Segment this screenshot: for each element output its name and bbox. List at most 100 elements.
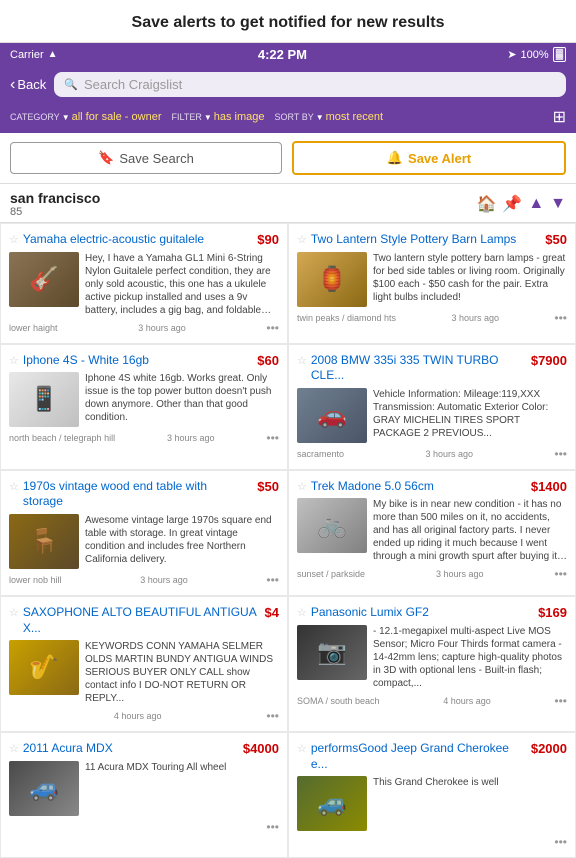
listing-more-icon[interactable]: •••	[266, 820, 279, 834]
filter-bar: CATEGORY ▼ all for sale - owner FILTER ▼…	[0, 103, 576, 133]
save-search-button[interactable]: 🔖 Save Search	[10, 142, 282, 174]
battery-icon: ▓	[553, 47, 566, 62]
listing-image: 🎷	[9, 640, 79, 695]
category-caret-icon: ▼	[62, 113, 70, 122]
listing-time: 3 hours ago	[167, 433, 215, 443]
back-arrow-icon: ‹	[10, 76, 15, 94]
listing-more-icon[interactable]: •••	[554, 447, 567, 461]
listing-more-icon[interactable]: •••	[266, 709, 279, 723]
listing-description: Hey, I have a Yamaha GL1 Mini 6-String N…	[85, 252, 279, 317]
listing-image: 🪑	[9, 514, 79, 569]
star-icon[interactable]: ☆	[297, 742, 307, 755]
listing-location: sacramento	[297, 449, 344, 459]
listing-time: 3 hours ago	[436, 569, 484, 579]
list-item[interactable]: ☆ Two Lantern Style Pottery Barn Lamps $…	[289, 224, 575, 343]
listing-image-icon: 🚙	[317, 789, 347, 818]
listing-price: $4000	[243, 741, 279, 756]
star-icon[interactable]: ☆	[9, 606, 19, 619]
sort-value: most recent	[326, 111, 383, 123]
down-arrow-icon[interactable]: ▼	[550, 195, 566, 213]
listing-image-icon: 🚗	[317, 401, 347, 430]
location-info: san francisco 85	[10, 190, 100, 218]
list-item[interactable]: ☆ Iphone 4S - White 16gb $60 📱 Iphone 4S…	[1, 345, 287, 469]
star-icon[interactable]: ☆	[9, 354, 19, 367]
listing-more-icon[interactable]: •••	[554, 567, 567, 581]
save-alert-button[interactable]: 🔔 Save Alert	[292, 141, 566, 175]
list-item[interactable]: ☆ 2008 BMW 335i 335 TWIN TURBO CLE... $7…	[289, 345, 575, 469]
battery-percentage: 100%	[521, 49, 549, 61]
listing-price: $60	[257, 353, 279, 368]
back-label: Back	[17, 77, 46, 92]
listing-image: 📱	[9, 372, 79, 427]
list-item[interactable]: ☆ Panasonic Lumix GF2 $169 📷 - 12.1-mega…	[289, 597, 575, 731]
list-item[interactable]: ☆ 1970s vintage wood end table with stor…	[1, 471, 287, 595]
search-bar[interactable]: 🔍 Search Craigslist	[54, 72, 566, 97]
location-count: 85	[10, 206, 100, 218]
grid-view-icon[interactable]: ⊞	[553, 107, 566, 127]
listing-image-icon: 🏮	[317, 265, 347, 294]
star-icon[interactable]: ☆	[297, 354, 307, 367]
listing-image-icon: 🚙	[29, 774, 59, 803]
listing-location: lower haight	[9, 323, 58, 333]
back-button[interactable]: ‹ Back	[10, 76, 46, 94]
listing-description: Vehicle Information: Mileage:119,XXX Tra…	[373, 388, 567, 443]
search-icon: 🔍	[64, 78, 78, 91]
listing-more-icon[interactable]: •••	[554, 694, 567, 708]
listing-image-icon: 🪑	[29, 527, 59, 556]
listing-image: 🚙	[297, 776, 367, 831]
listing-description: 11 Acura MDX Touring All wheel	[85, 761, 226, 816]
list-item[interactable]: ☆ SAXOPHONE ALTO BEAUTIFUL ANTIGUA X... …	[1, 597, 287, 731]
pin-icon[interactable]: 📌	[502, 194, 522, 214]
listing-time: 3 hours ago	[425, 449, 473, 459]
list-item[interactable]: ☆ 2011 Acura MDX $4000 🚙 11 Acura MDX To…	[1, 733, 287, 857]
listing-image: 🏮	[297, 252, 367, 307]
listing-image-icon: 🎸	[29, 265, 59, 294]
listing-more-icon[interactable]: •••	[554, 835, 567, 849]
star-icon[interactable]: ☆	[9, 480, 19, 493]
star-icon[interactable]: ☆	[9, 742, 19, 755]
listing-more-icon[interactable]: •••	[554, 311, 567, 325]
filter-caret-icon: ▼	[204, 113, 212, 122]
map-icon[interactable]: 🏠	[476, 194, 496, 214]
star-icon[interactable]: ☆	[297, 233, 307, 246]
listing-title: SAXOPHONE ALTO BEAUTIFUL ANTIGUA X...	[23, 605, 257, 636]
listing-more-icon[interactable]: •••	[266, 321, 279, 335]
listing-image-icon: 📱	[29, 385, 59, 414]
sort-caret-icon: ▼	[316, 113, 324, 122]
listing-title: Iphone 4S - White 16gb	[23, 353, 249, 369]
listing-time: 3 hours ago	[140, 575, 188, 585]
sort-label: SORT BY	[275, 112, 314, 122]
up-arrow-icon[interactable]: ▲	[528, 195, 544, 213]
star-icon[interactable]: ☆	[297, 480, 307, 493]
listing-price: $50	[257, 479, 279, 494]
nav-bar: ‹ Back 🔍 Search Craigslist	[0, 66, 576, 103]
category-value: all for sale - owner	[72, 111, 162, 123]
star-icon[interactable]: ☆	[297, 606, 307, 619]
listing-price: $1400	[531, 479, 567, 494]
listing-price: $90	[257, 232, 279, 247]
listing-time: 4 hours ago	[443, 696, 491, 706]
save-search-label: Save Search	[119, 151, 193, 166]
save-alert-icon: 🔔	[387, 150, 403, 166]
carrier-info: Carrier ▲	[10, 49, 58, 61]
listing-description: - 12.1-megapixel multi-aspect Live MOS S…	[373, 625, 567, 690]
carrier-name: Carrier	[10, 49, 44, 61]
listing-more-icon[interactable]: •••	[266, 431, 279, 445]
listing-image: 🚗	[297, 388, 367, 443]
listing-time: 4 hours ago	[114, 711, 162, 721]
listing-price: $50	[545, 232, 567, 247]
listing-title: 2011 Acura MDX	[23, 741, 235, 757]
listing-time: 3 hours ago	[138, 323, 186, 333]
star-icon[interactable]: ☆	[9, 233, 19, 246]
search-placeholder: Search Craigslist	[84, 77, 182, 92]
list-item[interactable]: ☆ Yamaha electric-acoustic guitalele $90…	[1, 224, 287, 343]
filter-filter[interactable]: FILTER ▼ has image	[171, 111, 264, 123]
list-item[interactable]: ☆ performsGood Jeep Grand Cherokee e... …	[289, 733, 575, 857]
listings-grid: ☆ Yamaha electric-acoustic guitalele $90…	[0, 223, 576, 858]
action-buttons: 🔖 Save Search 🔔 Save Alert	[0, 133, 576, 184]
listing-more-icon[interactable]: •••	[266, 573, 279, 587]
list-item[interactable]: ☆ Trek Madone 5.0 56cm $1400 🚲 My bike i…	[289, 471, 575, 595]
sort-filter[interactable]: SORT BY ▼ most recent	[275, 111, 384, 123]
listing-title: Two Lantern Style Pottery Barn Lamps	[311, 232, 537, 248]
category-filter[interactable]: CATEGORY ▼ all for sale - owner	[10, 111, 161, 123]
